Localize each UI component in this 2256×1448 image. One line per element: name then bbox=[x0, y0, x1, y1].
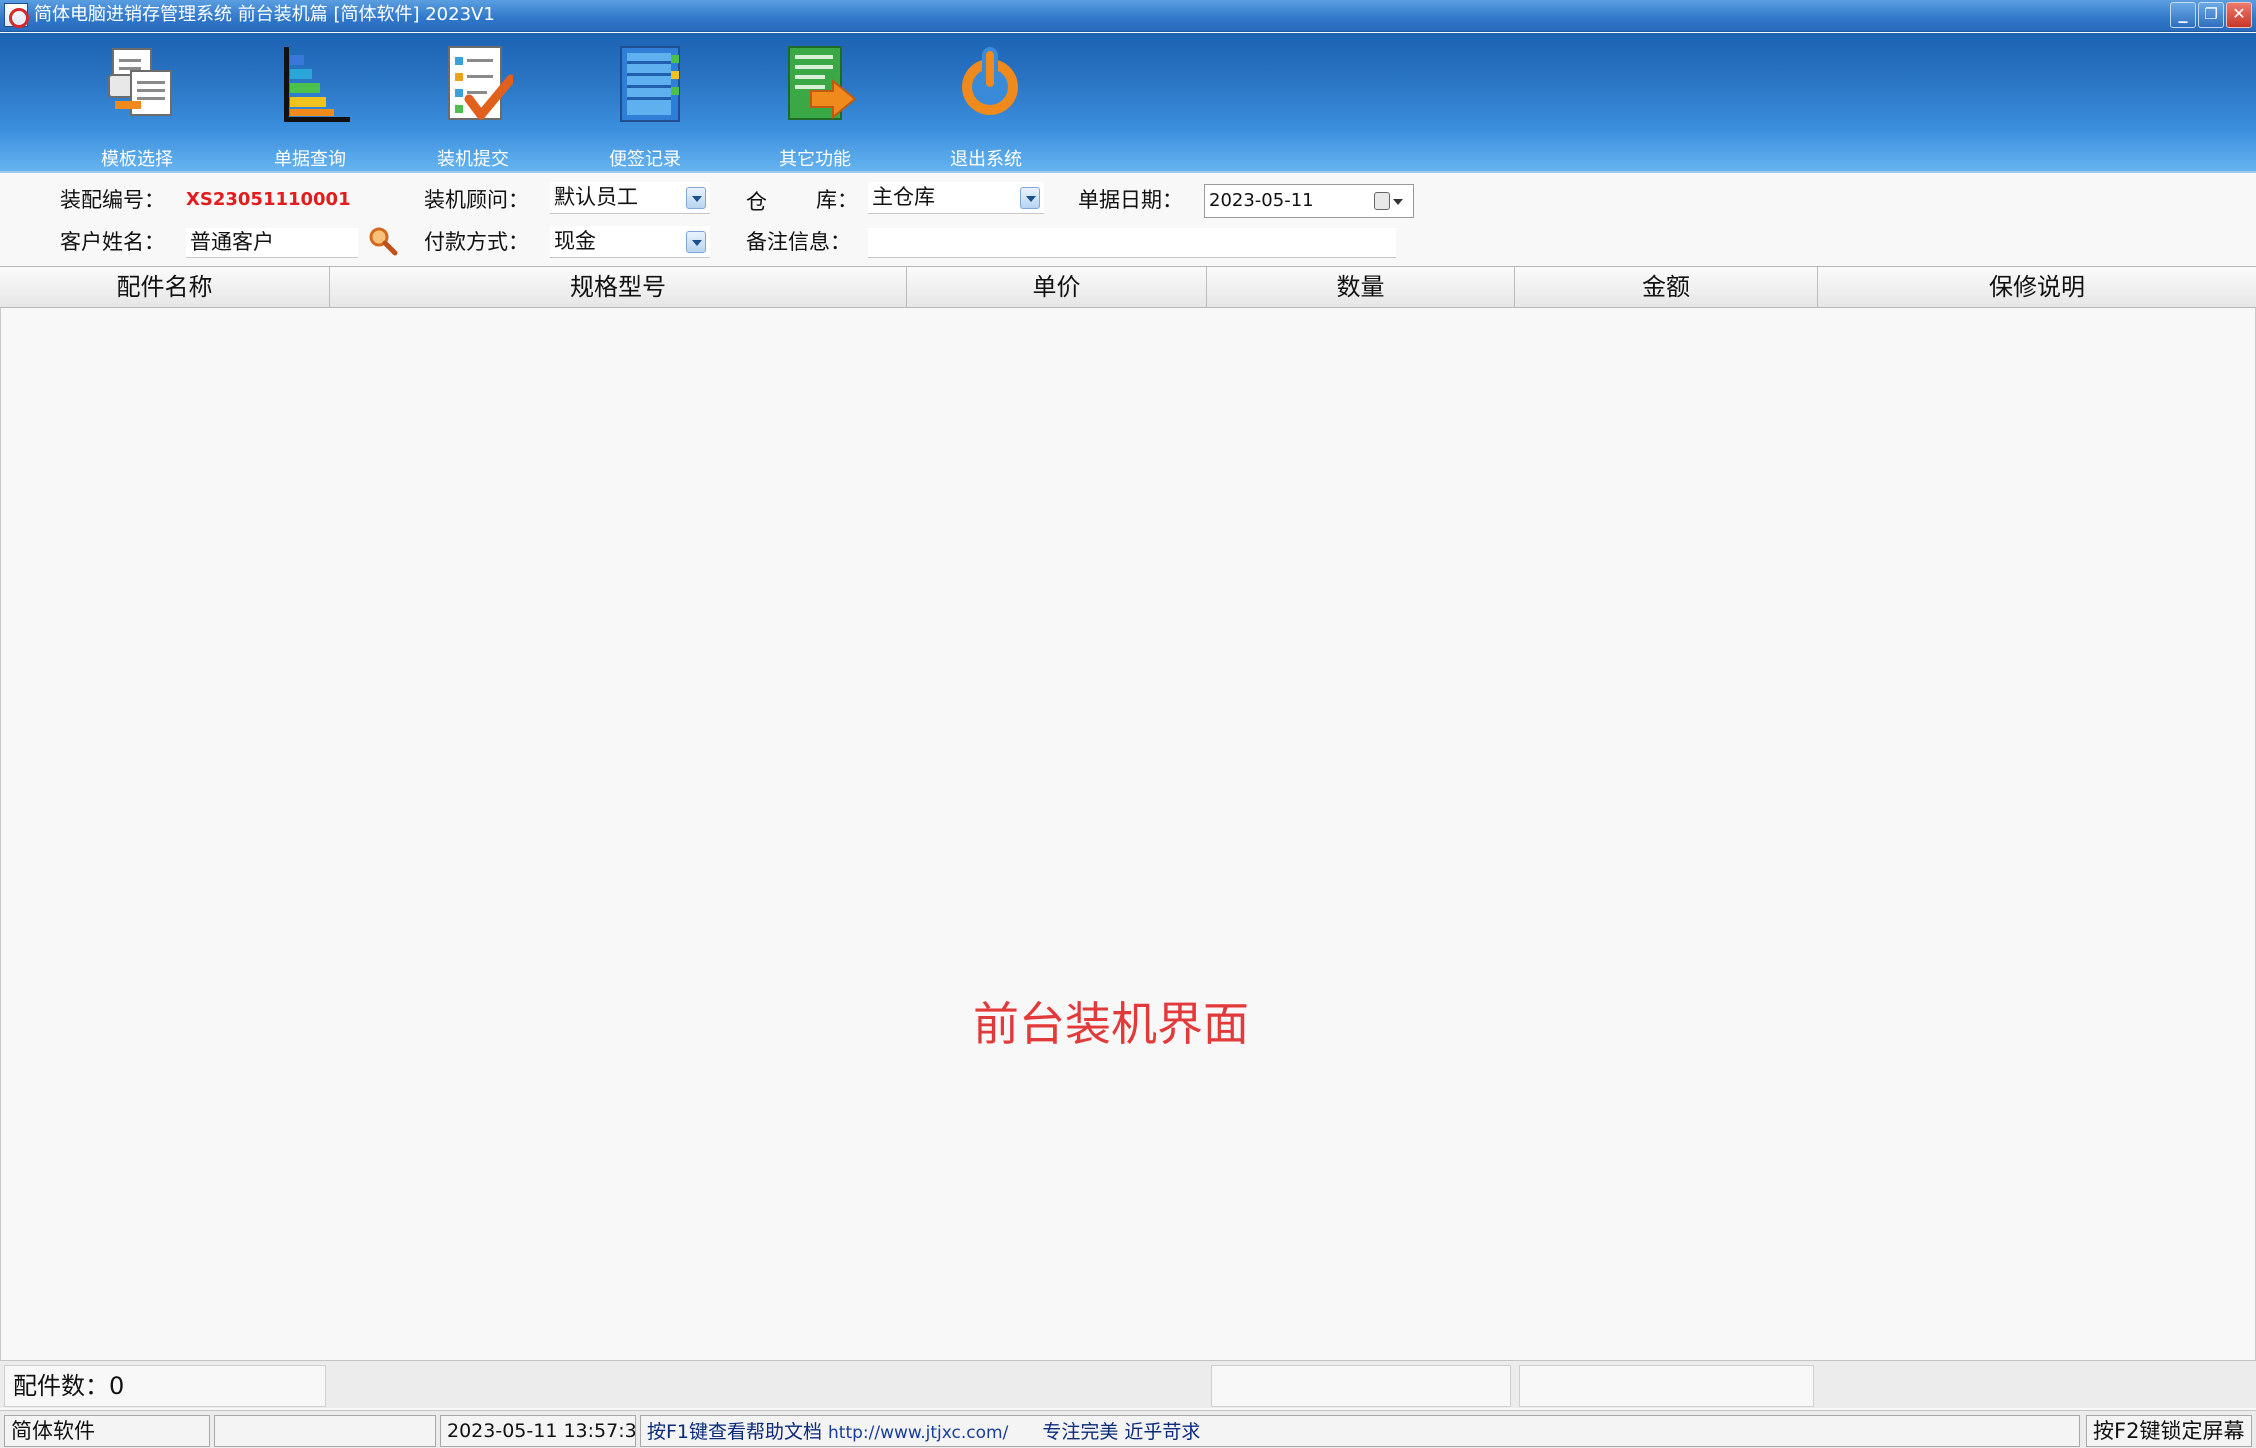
customer-input[interactable]: 普通客户 bbox=[186, 228, 358, 258]
payment-value: 现金 bbox=[554, 229, 596, 253]
restore-button[interactable]: ❐ bbox=[2198, 2, 2224, 28]
warehouse-value: 主仓库 bbox=[872, 185, 935, 209]
window-title: 简体电脑进销存管理系统 前台装机篇 [简体软件] 2023V1 bbox=[34, 4, 495, 25]
date-label: 单据日期： bbox=[1078, 188, 1183, 212]
column-header-amount[interactable]: 金额 bbox=[1515, 267, 1818, 307]
payment-dropdown-button[interactable] bbox=[686, 231, 706, 253]
part-count: 配件数：0 bbox=[4, 1365, 326, 1407]
parts-grid-header: 配件名称 规格型号 单价 数量 金额 保修说明 bbox=[0, 266, 2256, 308]
main-toolbar: 模板选择 单据查询 装机提交 便签记录 其它功能 退出系统 bbox=[0, 33, 2256, 173]
assembly-submit-button[interactable]: 装机提交 bbox=[408, 45, 538, 170]
column-header-part-name[interactable]: 配件名称 bbox=[0, 267, 330, 307]
grid-watermark-text: 前台装机界面 bbox=[973, 997, 1249, 1051]
status-website-link[interactable]: http://www.jtjxc.com/ bbox=[828, 1423, 1008, 1443]
toolbar-label: 退出系统 bbox=[950, 149, 1022, 170]
status-motto: 专注完美 近乎苛求 bbox=[1042, 1421, 1201, 1443]
status-empty bbox=[214, 1415, 436, 1447]
calendar-icon[interactable] bbox=[1374, 192, 1390, 210]
toolbar-label: 便签记录 bbox=[609, 149, 681, 170]
payment-label: 付款方式： bbox=[424, 230, 529, 254]
advisor-value: 默认员工 bbox=[554, 185, 638, 209]
column-header-warranty[interactable]: 保修说明 bbox=[1818, 267, 2256, 307]
close-button[interactable]: ✕ bbox=[2226, 2, 2252, 28]
customer-value: 普通客户 bbox=[190, 230, 274, 254]
status-company: 简体软件 bbox=[4, 1415, 210, 1447]
status-datetime: 2023-05-11 13:57:32 bbox=[440, 1415, 636, 1447]
advisor-dropdown-button[interactable] bbox=[686, 187, 706, 209]
checklist-icon bbox=[448, 46, 513, 120]
minimize-button[interactable]: _ bbox=[2170, 2, 2196, 28]
parts-grid-body[interactable]: 前台装机界面 bbox=[0, 308, 2256, 1360]
toolbar-label: 其它功能 bbox=[779, 149, 851, 170]
column-header-spec-model[interactable]: 规格型号 bbox=[330, 267, 907, 307]
column-header-quantity[interactable]: 数量 bbox=[1207, 267, 1515, 307]
printer-documents-icon bbox=[108, 48, 172, 116]
status-info: 按F1键查看帮助文档 http://www.jtjxc.com/专注完美 近乎苛求 bbox=[640, 1415, 2080, 1447]
toolbar-label: 装机提交 bbox=[437, 149, 509, 170]
bar-chart-icon bbox=[284, 47, 350, 122]
customer-label: 客户姓名： bbox=[60, 230, 165, 254]
date-value: 2023-05-11 bbox=[1209, 190, 1314, 211]
warehouse-label-char2: 库： bbox=[816, 188, 858, 212]
warehouse-dropdown-button[interactable] bbox=[1020, 187, 1040, 209]
status-bar: 简体软件 2023-05-11 13:57:32 按F1键查看帮助文档 http:… bbox=[0, 1410, 2256, 1448]
advisor-label: 装机顾问： bbox=[424, 188, 529, 212]
chevron-down-icon[interactable] bbox=[1393, 199, 1403, 205]
assembly-no-value: XS23051110001 bbox=[186, 189, 351, 210]
notepad-icon bbox=[620, 46, 680, 122]
warehouse-select[interactable]: 主仓库 bbox=[868, 182, 1044, 214]
template-select-button[interactable]: 模板选择 bbox=[72, 45, 202, 170]
notes-record-button[interactable]: 便签记录 bbox=[580, 45, 710, 170]
column-header-unit-price[interactable]: 单价 bbox=[907, 267, 1207, 307]
app-icon[interactable] bbox=[4, 3, 29, 28]
warehouse-label-char1: 仓 bbox=[746, 190, 767, 214]
assembly-no-label: 装配编号： bbox=[60, 188, 165, 212]
summary-row: 配件数：0 bbox=[0, 1360, 2256, 1408]
document-query-button[interactable]: 单据查询 bbox=[245, 45, 375, 170]
quantity-total bbox=[1211, 1365, 1511, 1407]
exit-system-button[interactable]: 退出系统 bbox=[921, 45, 1051, 170]
status-lock-hint: 按F2键锁定屏幕 bbox=[2086, 1415, 2252, 1447]
amount-total bbox=[1519, 1365, 1814, 1407]
remark-label: 备注信息： bbox=[746, 230, 851, 254]
status-help-text: 按F1键查看帮助文档 bbox=[647, 1421, 823, 1443]
toolbar-label: 单据查询 bbox=[274, 149, 346, 170]
other-functions-button[interactable]: 其它功能 bbox=[750, 45, 880, 170]
document-arrow-icon bbox=[788, 46, 855, 120]
title-bar: 简体电脑进销存管理系统 前台装机篇 [简体软件] 2023V1 _ ❐ ✕ bbox=[0, 0, 2256, 32]
power-icon bbox=[962, 47, 1018, 115]
toolbar-label: 模板选择 bbox=[101, 149, 173, 170]
order-form: 装配编号： XS23051110001 装机顾问： 默认员工 仓 库： 主仓库 … bbox=[0, 176, 2256, 266]
search-icon[interactable] bbox=[368, 226, 398, 256]
remark-input[interactable] bbox=[868, 228, 1396, 258]
